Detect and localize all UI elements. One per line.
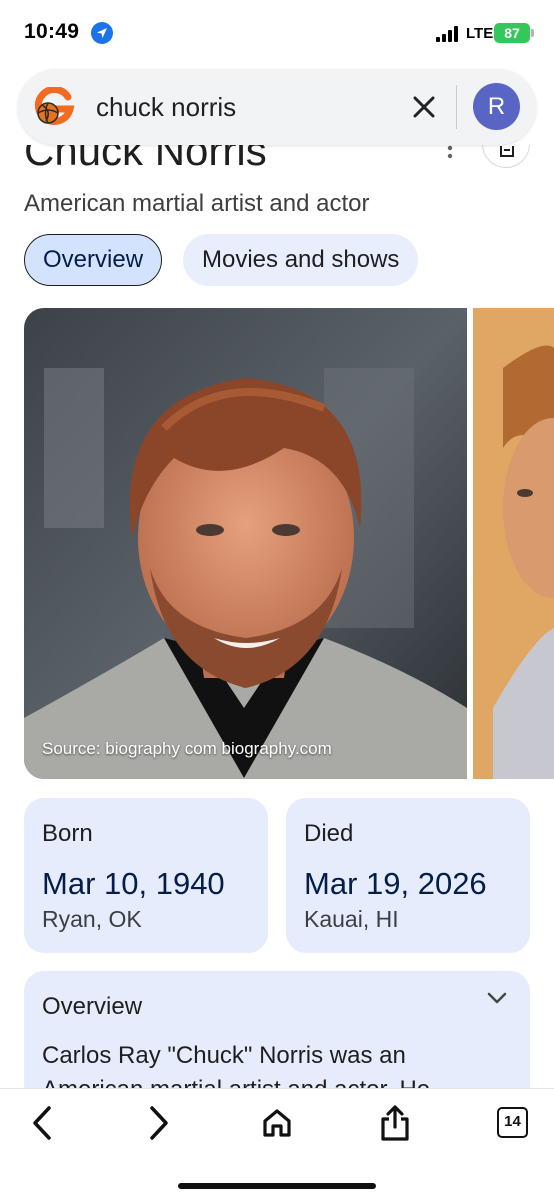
entity-subtitle: American martial artist and actor [24, 190, 370, 217]
portrait-illustration [24, 308, 467, 779]
portrait-illustration-2 [473, 308, 554, 779]
google-logo-icon[interactable] [34, 87, 76, 127]
entity-title: Chuck Norris [24, 145, 267, 174]
born-label: Born [42, 820, 93, 847]
home-button[interactable] [257, 1103, 297, 1143]
search-bar[interactable]: chuck norris R [18, 69, 536, 145]
entity-photo[interactable]: Source: biography com biography.com [24, 308, 467, 779]
more-vert-icon[interactable] [446, 145, 454, 159]
status-bar: 10:49 LTE 87 [0, 0, 554, 66]
account-avatar[interactable]: R [473, 83, 520, 130]
home-indicator[interactable] [178, 1183, 376, 1189]
died-label: Died [304, 820, 354, 847]
status-time: 10:49 [24, 20, 80, 43]
search-input[interactable]: chuck norris [96, 92, 236, 123]
chevron-down-icon[interactable] [486, 991, 508, 1005]
save-button[interactable] [482, 145, 530, 168]
share-icon [381, 1105, 409, 1141]
battery-level: 87 [504, 25, 520, 41]
born-place: Ryan, OK [42, 906, 142, 932]
born-card[interactable]: Born Mar 10, 1940 Ryan, OK [24, 798, 268, 953]
back-icon [33, 1106, 51, 1140]
browser-toolbar: 14 [0, 1088, 554, 1200]
tab-movies-and-shows[interactable]: Movies and shows [183, 234, 419, 286]
photo-source-caption: Source: biography com biography.com [42, 739, 332, 758]
forward-icon [150, 1106, 168, 1140]
signal-bars-icon [436, 26, 458, 42]
network-label: LTE [466, 25, 494, 42]
died-date: Mar 19, 2026 [304, 866, 487, 901]
clear-search-button[interactable] [406, 89, 442, 125]
back-button[interactable] [22, 1103, 62, 1143]
save-icon [500, 146, 514, 157]
entity-photo-2[interactable] [473, 308, 554, 779]
forward-button[interactable] [139, 1103, 179, 1143]
born-date: Mar 10, 1940 [42, 866, 225, 901]
home-icon [263, 1109, 291, 1137]
title-area: Chuck Norris [0, 145, 554, 180]
tab-switcher-button[interactable]: 14 [497, 1107, 528, 1138]
died-place: Kauai, HI [304, 906, 399, 932]
location-arrow-icon [91, 22, 113, 44]
overview-heading: Overview [42, 993, 143, 1020]
died-card[interactable]: Died Mar 19, 2026 Kauai, HI [286, 798, 530, 953]
share-button[interactable] [375, 1103, 415, 1143]
close-icon [413, 96, 435, 118]
search-divider [456, 85, 457, 129]
battery-nub [531, 29, 534, 37]
tab-overview[interactable]: Overview [24, 234, 163, 286]
